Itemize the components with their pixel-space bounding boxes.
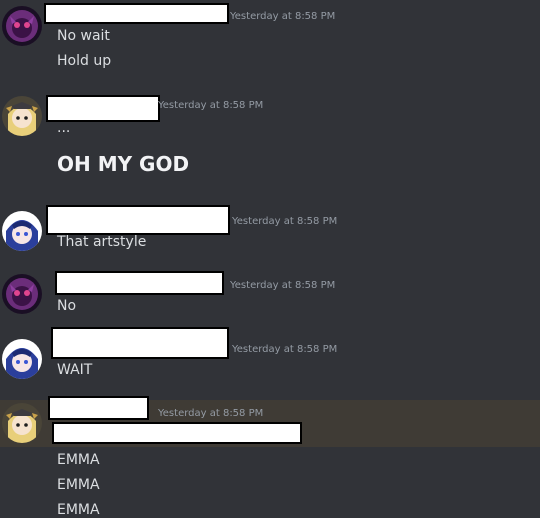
chat-message-list: Yesterday at 8:58 PM No wait Hold up Yes… [0, 0, 540, 518]
redacted-reply-content [52, 422, 302, 444]
message-text: EMMA [57, 502, 100, 518]
message-text: EMMA [57, 452, 100, 468]
redacted-username [48, 396, 149, 420]
blonde-girl-avatar-icon[interactable] [2, 403, 42, 443]
message-text: EMMA [57, 477, 100, 493]
message-timestamp: Yesterday at 8:58 PM [158, 408, 264, 419]
message-group[interactable]: Yesterday at 8:58 PM EMMA EMMA EMMA [0, 0, 540, 518]
